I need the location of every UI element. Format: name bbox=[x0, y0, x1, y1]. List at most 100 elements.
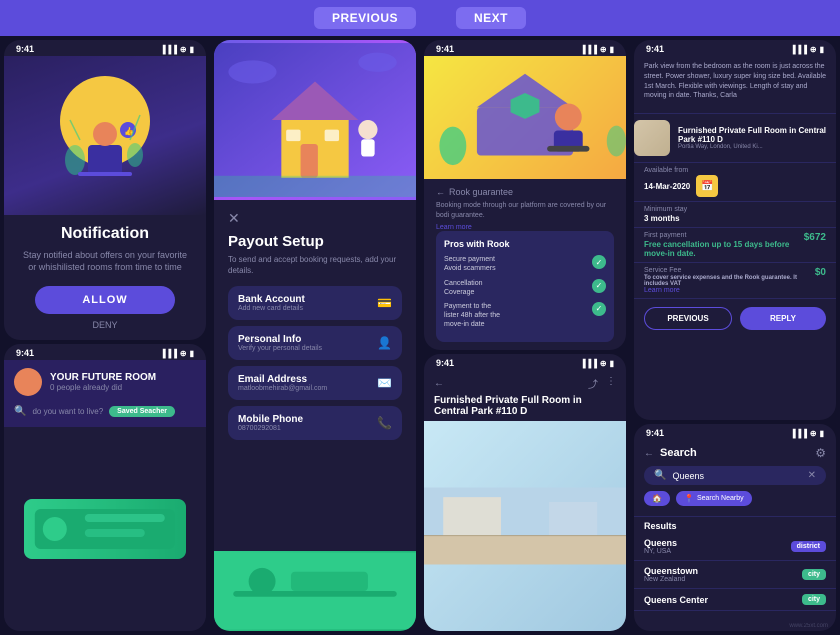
notification-content: Notification Stay notified about offers … bbox=[4, 215, 206, 340]
close-button[interactable]: ✕ bbox=[228, 210, 402, 227]
search-wifi: ⊕ bbox=[810, 429, 817, 438]
pros-check-1: ✓ bbox=[592, 255, 606, 269]
firstpay-left: First payment Free cancellation up to 15… bbox=[644, 232, 798, 258]
rook-back-button[interactable]: ← Rook guarantee bbox=[436, 187, 614, 197]
search-time: 9:41 bbox=[646, 428, 664, 438]
phone-label: Mobile Phone bbox=[238, 414, 303, 425]
wifi-icon: ⊕ bbox=[180, 45, 187, 54]
results-label: Results bbox=[634, 517, 836, 533]
more-icon[interactable]: ⋮ bbox=[606, 376, 616, 391]
notification-status-bar: 9:41 ▐▐▐ ⊕ ▮ bbox=[4, 40, 206, 56]
search-clear-button[interactable]: ✕ bbox=[808, 470, 816, 481]
firstpay-label: First payment bbox=[644, 232, 798, 239]
minstay-label: Minimum stay bbox=[644, 206, 826, 213]
firstpay-price: $672 bbox=[804, 232, 826, 243]
payout-title: Payout Setup bbox=[228, 233, 402, 250]
listing-screen: 9:41 ▐▐▐ ⊕ ▮ Park view from the bedroom … bbox=[634, 40, 836, 420]
service-learn-more[interactable]: Learn more bbox=[644, 287, 809, 294]
rook-status-bar: 9:41 ▐▐▐ ⊕ ▮ bbox=[424, 40, 626, 56]
future-search-row: 🔍 do you want to live? Saved Seacher bbox=[14, 402, 196, 421]
future-room-screen: 9:41 ▐▐▐ ⊕ ▮ YOUR FUTURE ROOM 0 people a… bbox=[4, 344, 206, 631]
search-title-row: ← Search bbox=[644, 447, 697, 459]
email-sub: matloobmehirab@gmail.com bbox=[238, 385, 327, 392]
queenstown-badge: city bbox=[802, 569, 826, 580]
rook-content: ← Rook guarantee Booking mode through ou… bbox=[424, 179, 626, 350]
payout-illustration bbox=[214, 40, 416, 200]
column-2: ✕ Payout Setup To send and accept bookin… bbox=[210, 36, 420, 635]
next-button[interactable]: NEXT bbox=[456, 7, 526, 29]
location-icon: 📍 bbox=[684, 494, 694, 503]
payout-item-phone[interactable]: Mobile Phone 08700292081 📞 bbox=[228, 406, 402, 440]
listing-card-title: Furnished Private Full Room in Central P… bbox=[678, 126, 836, 144]
pros-check-2: ✓ bbox=[592, 279, 606, 293]
phone-icon: 📞 bbox=[377, 416, 392, 430]
pill-nearby[interactable]: 📍 Search Nearby bbox=[676, 491, 752, 506]
allow-button[interactable]: ALLOW bbox=[35, 286, 174, 314]
service-price: $0 bbox=[815, 267, 826, 278]
queenstown-sub: New Zealand bbox=[644, 576, 698, 583]
filter-icon[interactable]: ⚙ bbox=[815, 446, 826, 460]
furn-signal: ▐▐▐ bbox=[580, 359, 597, 368]
avatar-row: YOUR FUTURE ROOM 0 people already did bbox=[14, 368, 196, 396]
watermark: www.25xt.com bbox=[789, 623, 828, 629]
queenstown-name: Queenstown bbox=[644, 566, 698, 576]
home-icon: 🏠 bbox=[652, 494, 662, 503]
furn-action-icons: ⤴ ⋮ bbox=[588, 376, 616, 391]
rook-screen: 9:41 ▐▐▐ ⊕ ▮ bbox=[424, 40, 626, 350]
payout-screen: ✕ Payout Setup To send and accept bookin… bbox=[214, 40, 416, 631]
pill-home[interactable]: 🏠 bbox=[644, 491, 670, 506]
future-room-subtitle: 0 people already did bbox=[50, 383, 156, 392]
list-battery: ▮ bbox=[820, 45, 824, 54]
listing-thumbnail bbox=[634, 120, 670, 156]
future-room-title: YOUR FUTURE ROOM bbox=[50, 372, 156, 383]
notification-screen: 9:41 ▐▐▐ ⊕ ▮ bbox=[4, 40, 206, 340]
search-back-arrow[interactable]: ← bbox=[644, 448, 654, 459]
main-grid: 9:41 ▐▐▐ ⊕ ▮ bbox=[0, 36, 840, 635]
deny-link[interactable]: DENY bbox=[18, 320, 192, 330]
search-query-text: Queens bbox=[672, 471, 801, 481]
furn-room-image bbox=[424, 421, 626, 631]
future-room-body bbox=[4, 427, 206, 631]
available-value: 14-Mar-2020 bbox=[644, 182, 690, 191]
listing-status-bar: 9:41 ▐▐▐ ⊕ ▮ bbox=[634, 40, 836, 56]
rook-illus-svg bbox=[424, 57, 626, 177]
available-label: Available from bbox=[644, 167, 826, 174]
payout-bottom-illustration bbox=[214, 551, 416, 631]
queens-badge: district bbox=[791, 541, 826, 552]
search-status-bar: 9:41 ▐▐▐ ⊕ ▮ bbox=[634, 424, 836, 440]
status-time: 9:41 bbox=[16, 44, 34, 54]
furn-title: Furnished Private Full Room in Central P… bbox=[434, 395, 616, 417]
listing-previous-button[interactable]: PREVIOUS bbox=[644, 307, 732, 330]
furn-nav: ← ⤴ ⋮ bbox=[434, 376, 616, 391]
list-wifi: ⊕ bbox=[810, 45, 817, 54]
listing-reply-button[interactable]: REPLY bbox=[740, 307, 826, 330]
previous-button[interactable]: PREVIOUS bbox=[314, 7, 416, 29]
listing-section-available: Available from 14-Mar-2020 📅 bbox=[634, 163, 836, 202]
pros-item-1: Secure paymentAvoid scammers ✓ bbox=[444, 255, 606, 273]
future-room-illustration bbox=[24, 499, 186, 559]
bank-sub: Add new card details bbox=[238, 305, 305, 312]
queens-name: Queens bbox=[644, 538, 677, 548]
search-input-row[interactable]: 🔍 Queens ✕ bbox=[644, 466, 826, 485]
listing-card-sub: Portia Way, London, United Ki... bbox=[678, 144, 836, 150]
rook-wifi: ⊕ bbox=[600, 45, 607, 54]
rook-signal: ▐▐▐ bbox=[580, 45, 597, 54]
payout-item-bank[interactable]: Bank Account Add new card details 💳 bbox=[228, 286, 402, 320]
furn-back-button[interactable]: ← bbox=[434, 378, 444, 389]
pros-check-3: ✓ bbox=[592, 302, 606, 316]
search-screen: 9:41 ▐▐▐ ⊕ ▮ ← Search ⚙ 🔍 Queens bbox=[634, 424, 836, 631]
pros-text-1: Secure paymentAvoid scammers bbox=[444, 255, 586, 273]
rook-header-illustration bbox=[424, 56, 626, 179]
result-queenstown-text: Queenstown New Zealand bbox=[644, 566, 698, 583]
share-icon[interactable]: ⤴ bbox=[588, 376, 598, 391]
listing-top-text: Park view from the bedroom as the room i… bbox=[644, 62, 826, 101]
future-search-text: do you want to live? bbox=[32, 407, 103, 416]
payout-item-email[interactable]: Email Address matloobmehirab@gmail.com ✉… bbox=[228, 366, 402, 400]
listing-status-icons: ▐▐▐ ⊕ ▮ bbox=[790, 45, 824, 54]
rook-learn-more[interactable]: Learn more bbox=[436, 224, 614, 231]
payout-item-personal[interactable]: Personal Info Verify your personal detai… bbox=[228, 326, 402, 360]
calendar-icon: 📅 bbox=[696, 175, 718, 197]
rook-time: 9:41 bbox=[436, 44, 454, 54]
minstay-value: 3 months bbox=[644, 214, 826, 223]
furn-image-svg bbox=[424, 421, 626, 631]
